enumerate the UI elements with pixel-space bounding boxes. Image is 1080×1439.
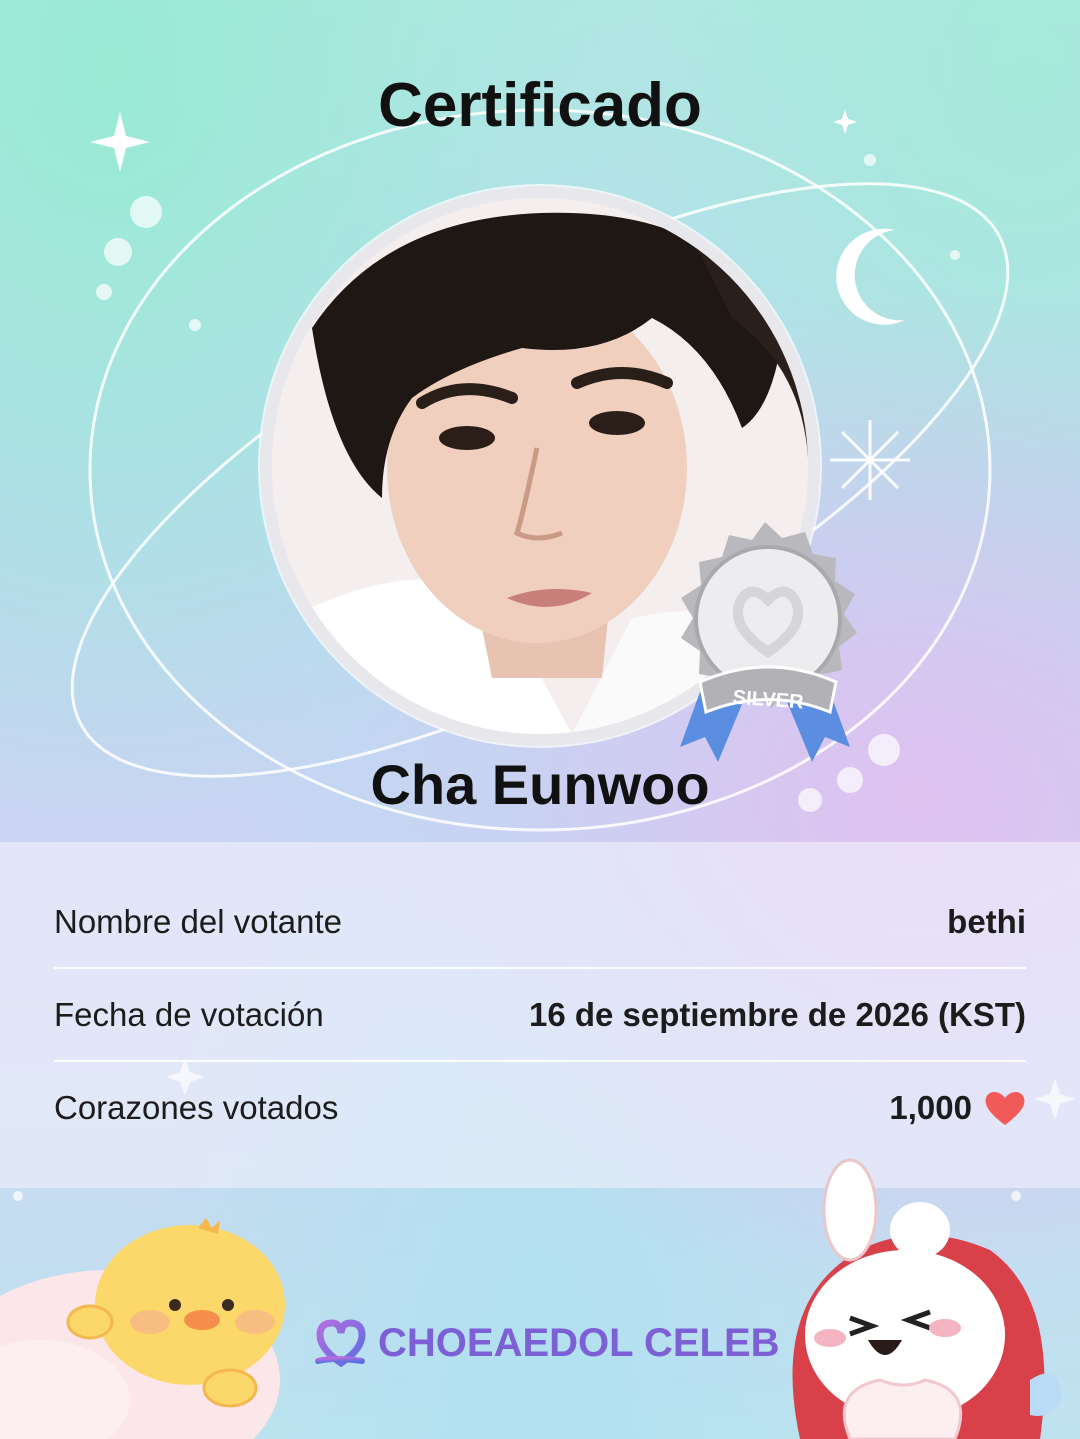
bunny-mascot bbox=[792, 1158, 1062, 1439]
choeaedol-logo-icon bbox=[315, 1319, 366, 1367]
certificate-card: Certificado SILVER Cha Eunwoo Nombre del… bbox=[0, 0, 1080, 1439]
brand-logo: CHOEAEDOL CELEB bbox=[312, 1312, 780, 1374]
chick-mascot bbox=[0, 1218, 285, 1439]
brand-name: CHOEAEDOL CELEB bbox=[378, 1320, 780, 1365]
mascots bbox=[0, 1158, 1062, 1439]
